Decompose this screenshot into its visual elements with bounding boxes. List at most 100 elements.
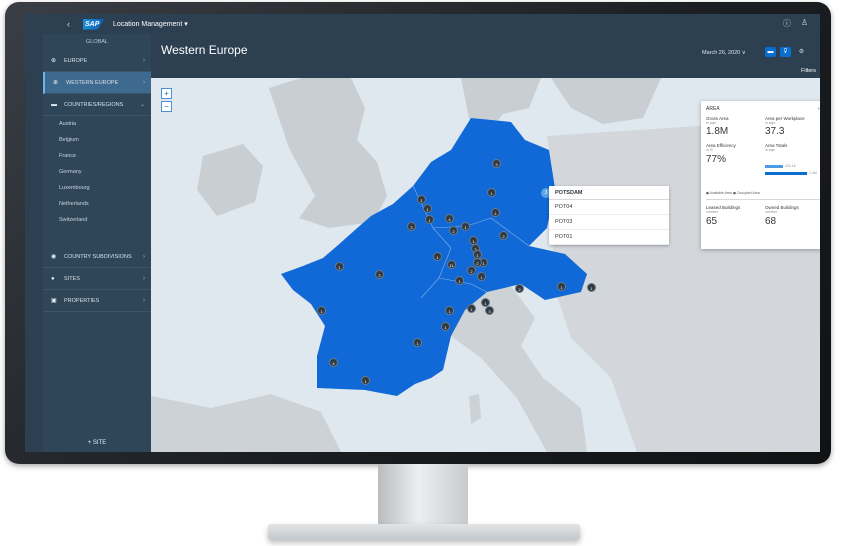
map-pin[interactable]: 1 [335,262,344,271]
map-pin[interactable]: 2 [515,284,524,293]
monitor-bezel: ‹ SAP Location Management ▾ ⓘ ♙ GLOBAL ⊕… [5,2,831,464]
area-totals-unit: in sqm [765,148,776,152]
chevron-right-icon: › [143,275,145,282]
globe-icon: ⊕ [53,80,59,86]
sidebar: GLOBAL ⊕ EUROPE › ⊕ WESTERN EUROPE › ▬ C… [43,34,151,452]
help-icon[interactable]: ⓘ [783,18,791,29]
filter-button[interactable]: ⊽ [780,47,791,57]
map-pin[interactable]: 2 [473,258,482,267]
map-pin[interactable]: 1 [413,338,422,347]
app-title-menu[interactable]: Location Management ▾ [113,20,188,28]
page-title: Western Europe [161,43,248,57]
location-popup: POTSDAM POT04 POT03 POT01 [549,186,669,245]
available-area-bar [765,165,783,168]
monitor-stand-neck [378,464,468,526]
country-item-belgium[interactable]: Belgium [43,132,151,148]
map-pin[interactable]: 1 [425,215,434,224]
sidebar-item-label: PROPERTIES [64,297,100,304]
map-pin[interactable]: 3 [485,306,494,315]
map-pin[interactable]: 1 [445,306,454,315]
land-ireland [197,144,263,216]
country-item-luxembourg[interactable]: Luxembourg [43,180,151,196]
map-pin[interactable]: 3 [492,159,501,168]
map-pin[interactable]: 3 [375,270,384,279]
area-efficiency-value: 77% [706,154,727,165]
map-view-button[interactable]: ▬ [765,47,776,57]
building-icon: ▣ [51,298,57,304]
zoom-out-button[interactable]: − [161,101,172,112]
country-item-france[interactable]: France [43,148,151,164]
map-pin[interactable]: 1 [557,282,566,291]
owned-buildings-value: 68 [765,216,777,227]
popup-title: POTSDAM [549,186,669,200]
target-icon: ◉ [51,254,57,260]
site-icon: ● [51,275,55,282]
occupied-area-bar [765,172,807,175]
gross-area-unit: in sqm [706,121,717,125]
land-iberia [151,394,341,452]
country-item-netherlands[interactable]: Netherlands [43,196,151,212]
popup-row[interactable]: POT03 [549,215,669,230]
shell-bar: ‹ SAP Location Management ▾ ⓘ ♙ [25,14,820,34]
country-item-germany[interactable]: Germany [43,164,151,180]
owned-buildings-unit: number [765,210,777,214]
monitor-stand-base [268,524,580,540]
area-per-workplace-unit: in sqm [765,121,776,125]
sidebar-item-sites[interactable]: ● SITES › [43,268,151,290]
occupied-area-value: 1.4M [809,171,817,175]
sidebar-item-label: WESTERN EUROPE [66,79,119,86]
sidebar-item-properties[interactable]: ▣ PROPERTIES › [43,290,151,312]
expand-icon[interactable]: ⤢ [818,105,820,111]
zoom-in-button[interactable]: + [161,88,172,99]
country-item-switzerland[interactable]: Switzerland [43,212,151,228]
map-pin[interactable]: 1 [467,304,476,313]
map-pin[interactable]: 1 [455,276,464,285]
map-pin[interactable]: 1 [417,195,426,204]
filters-link[interactable]: Filters [801,68,816,74]
date-selector[interactable]: March 26, 2020 ∨ [702,50,746,56]
chevron-right-icon: › [143,297,145,304]
back-icon[interactable]: ‹ [67,19,77,29]
card-divider [706,199,820,200]
app-screen: ‹ SAP Location Management ▾ ⓘ ♙ GLOBAL ⊕… [25,14,820,452]
map-pin[interactable]: 2 [449,226,458,235]
map-pin[interactable]: 4 [445,214,454,223]
map-pin[interactable]: 1 [423,204,432,213]
gross-area-value: 1.8M [706,126,729,137]
map-pin[interactable]: 1 [477,272,486,281]
map-pin[interactable]: 11 [447,260,456,269]
map-pin[interactable]: 3 [407,222,416,231]
sidebar-item-countries[interactable]: ▬ COUNTRIES/REGIONS ⌄ [43,94,151,116]
map-pin[interactable]: 1 [441,322,450,331]
sidebar-item-europe[interactable]: ⊕ EUROPE › [43,50,151,72]
map-pin[interactable]: 2 [467,266,476,275]
add-site-button[interactable]: + SITE [43,440,151,446]
sidebar-item-label: COUNTRY SUBDIVISIONS [64,253,132,260]
sidebar-item-western-europe[interactable]: ⊕ WESTERN EUROPE › [43,72,151,94]
map-pin[interactable]: 1 [461,222,470,231]
user-icon[interactable]: ♙ [801,18,808,29]
map-pin[interactable]: 1 [361,376,370,385]
sidebar-item-country-subdivisions[interactable]: ◉ COUNTRY SUBDIVISIONS › [43,246,151,268]
popup-row[interactable]: POT01 [549,230,669,245]
map-pin[interactable]: 2 [499,231,508,240]
map-pin[interactable]: 1 [487,188,496,197]
card-title: AREA [706,106,720,112]
sidebar-item-label: EUROPE [64,57,88,64]
chevron-right-icon: › [143,79,145,86]
map-canvas[interactable]: + − 3 1 1 1 1 4 1 2 1 3 2 1 3 1 11 1 1 1… [151,78,820,452]
flag-icon: ▬ [51,101,57,108]
chevron-right-icon: › [143,57,145,64]
sidebar-item-label: SITES [64,275,80,282]
map-pin[interactable]: 1 [587,283,596,292]
map-pin[interactable]: 1 [317,306,326,315]
map-pin[interactable]: 4 [329,358,338,367]
map-pin[interactable]: 1 [491,208,500,217]
settings-icon[interactable]: ⚙ [796,47,807,57]
country-item-austria[interactable]: Austria [43,116,151,132]
popup-row[interactable]: POT04 [549,200,669,215]
sidebar-global[interactable]: GLOBAL [43,34,151,50]
map-pin[interactable]: 1 [433,252,442,261]
chevron-right-icon: › [143,253,145,260]
land-uk [269,78,387,228]
